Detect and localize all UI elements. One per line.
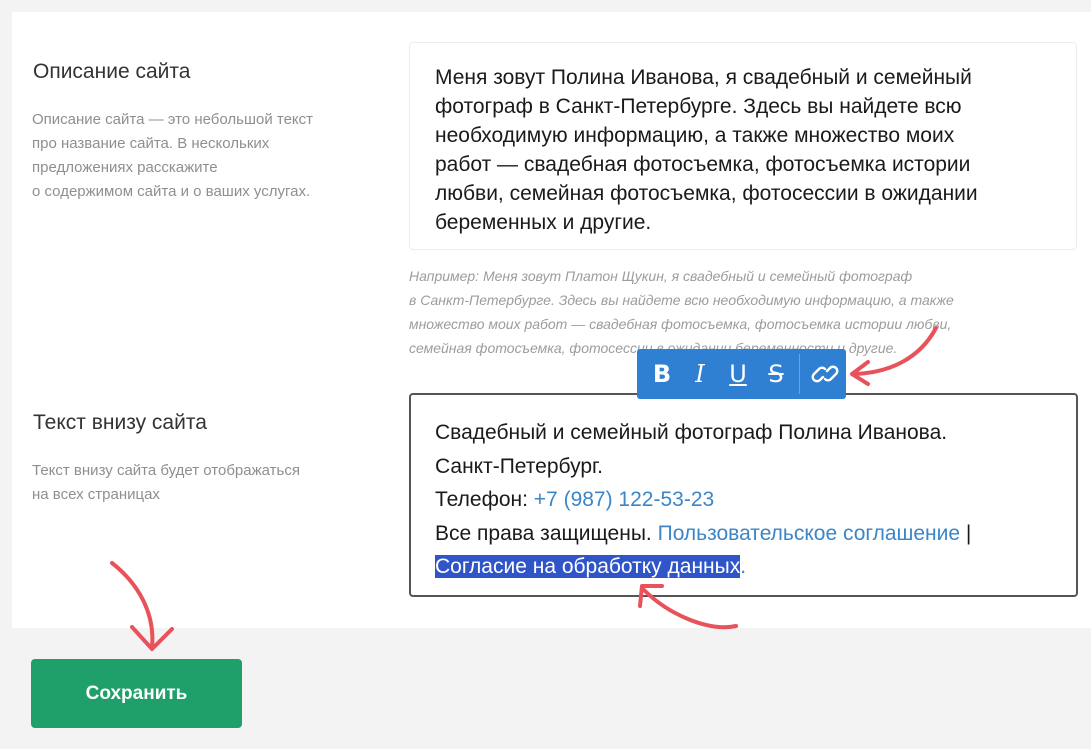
example-hint-line: множество моих работ — свадебная фотосъе… bbox=[409, 316, 952, 332]
example-hint-line: Например: Меня зовут Платон Щукин, я сва… bbox=[409, 268, 913, 284]
description-help-line: Описание сайта — это небольшой текст bbox=[32, 111, 314, 128]
arrow-to-save-button-icon bbox=[110, 561, 174, 651]
bold-button[interactable]: B bbox=[643, 349, 681, 399]
description-help-line: про название сайта. В нескольких bbox=[32, 135, 270, 152]
description-text-line: фотограф в Санкт-Петербурге. Здесь вы на… bbox=[435, 95, 962, 118]
footer-line-phone: Телефон: +7 (987) 122-53-23 bbox=[435, 483, 1052, 517]
link-button[interactable] bbox=[806, 349, 844, 399]
rights-text: Все права защищены. bbox=[435, 521, 658, 545]
footer-line-title: Свадебный и семейный фотограф Полина Ива… bbox=[435, 421, 948, 444]
example-hint-line: в Санкт-Петербурге. Здесь вы найдете всю… bbox=[409, 292, 954, 308]
underline-button[interactable]: U bbox=[719, 349, 757, 399]
description-text-line: необходимую информацию, а также множеств… bbox=[435, 124, 955, 147]
footer-text-editor[interactable]: Свадебный и семейный фотограф Полина Ива… bbox=[409, 393, 1078, 597]
italic-button[interactable]: I bbox=[681, 349, 719, 399]
description-text-line: беременных и другие. bbox=[435, 211, 652, 234]
site-description-textarea[interactable]: Меня зовут Полина Иванова, я свадебный и… bbox=[409, 42, 1077, 250]
toolbar-divider bbox=[799, 354, 800, 394]
arrow-to-selected-text-icon bbox=[638, 584, 738, 630]
user-agreement-link[interactable]: Пользовательское соглашение bbox=[658, 522, 960, 545]
footer-line-city: Санкт-Петербург. bbox=[435, 454, 603, 478]
description-text-line: любви, семейная фотосъемка, фотосессии в… bbox=[435, 182, 978, 205]
description-help: Описание сайта — это небольшой текст про… bbox=[32, 108, 313, 204]
footer-help-line: на всех страницах bbox=[32, 486, 160, 503]
description-text-line: Меня зовут Полина Иванова, я свадебный и… bbox=[435, 66, 972, 89]
strikethrough-button[interactable]: S bbox=[757, 349, 795, 399]
link-icon bbox=[811, 365, 839, 383]
link-separator: | bbox=[960, 521, 972, 545]
arrow-to-link-button-icon bbox=[850, 326, 938, 386]
phone-label: Телефон: bbox=[435, 488, 534, 511]
description-example-hint: Например: Меня зовут Платон Щукин, я сва… bbox=[409, 264, 1079, 360]
description-title: Описание сайта bbox=[33, 60, 191, 83]
description-help-line: о содержимом сайта и о ваших услугах. bbox=[32, 183, 311, 200]
format-toolbar: B I U S bbox=[637, 349, 846, 399]
footer-text-help: Текст внизу сайта будет отображаться на … bbox=[32, 459, 300, 507]
phone-link[interactable]: +7 (987) 122-53-23 bbox=[534, 488, 714, 511]
description-help-line: предложениях расскажите bbox=[32, 159, 218, 176]
footer-help-line: Текст внизу сайта будет отображаться bbox=[32, 462, 300, 479]
save-button[interactable]: Сохранить bbox=[31, 659, 242, 728]
footer-text-title: Текст внизу сайта bbox=[33, 411, 207, 434]
footer-line-rights: Все права защищены. Пользовательское сог… bbox=[435, 517, 1052, 551]
description-text-line: работ — свадебная фотосъемка, фотосъемка… bbox=[435, 153, 971, 176]
